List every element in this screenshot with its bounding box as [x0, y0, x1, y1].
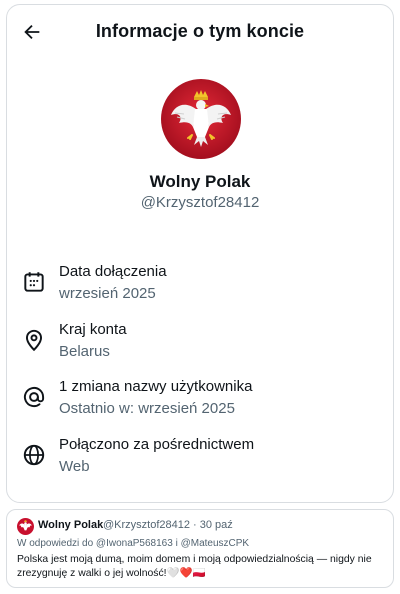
page-title: Informacje o tym koncie	[95, 21, 305, 41]
tweet-card[interactable]: Wolny Polak @Krzysztof28412 · 30 paź W o…	[6, 509, 394, 588]
info-row-country: Kraj konta Belarus	[21, 321, 383, 371]
account-info-card: Informacje o tym koncie Wolny Polak @Krz…	[6, 4, 394, 503]
tweet-emoji-tail: 🤍❤️🇵🇱	[166, 568, 206, 579]
polish-eagle-emblem-icon	[161, 79, 241, 159]
info-label: Data dołączenia	[59, 263, 167, 280]
info-label: Kraj konta	[59, 321, 127, 338]
tweet-reply-to: W odpowiedzi do @IwonaP568163 i @Mateusz…	[17, 538, 250, 549]
info-value: Belarus	[59, 343, 110, 360]
tweet-author-name[interactable]: Wolny Polak	[38, 519, 103, 531]
info-value: wrzesień 2025	[59, 285, 156, 302]
polish-eagle-emblem-icon	[17, 518, 34, 535]
info-value: Web	[59, 458, 90, 475]
calendar-icon	[24, 272, 44, 292]
tweet-avatar[interactable]	[17, 518, 34, 535]
info-row-connected-via: Połączono za pośrednictwem Web	[21, 436, 383, 486]
tweet-text: Polska jest moją dumą, moim domem i moją…	[17, 553, 389, 581]
info-label: Połączono za pośrednictwem	[59, 436, 255, 453]
avatar[interactable]	[161, 79, 241, 159]
info-row-username-changes: 1 zmiana nazwy użytkownika Ostatnio w: w…	[21, 378, 383, 428]
tweet-handle-time[interactable]: @Krzysztof28412 · 30 paź	[103, 519, 233, 531]
at-sign-icon	[23, 386, 45, 408]
globe-icon	[23, 444, 45, 466]
username-handle: @Krzysztof28412	[140, 194, 260, 211]
info-label: 1 zmiana nazwy użytkownika	[59, 378, 253, 395]
location-pin-icon	[25, 329, 43, 352]
info-value: Ostatnio w: wrzesień 2025	[59, 400, 235, 417]
display-name: Wolny Polak	[149, 172, 251, 191]
info-row-join-date: Data dołączenia wrzesień 2025	[21, 263, 383, 313]
